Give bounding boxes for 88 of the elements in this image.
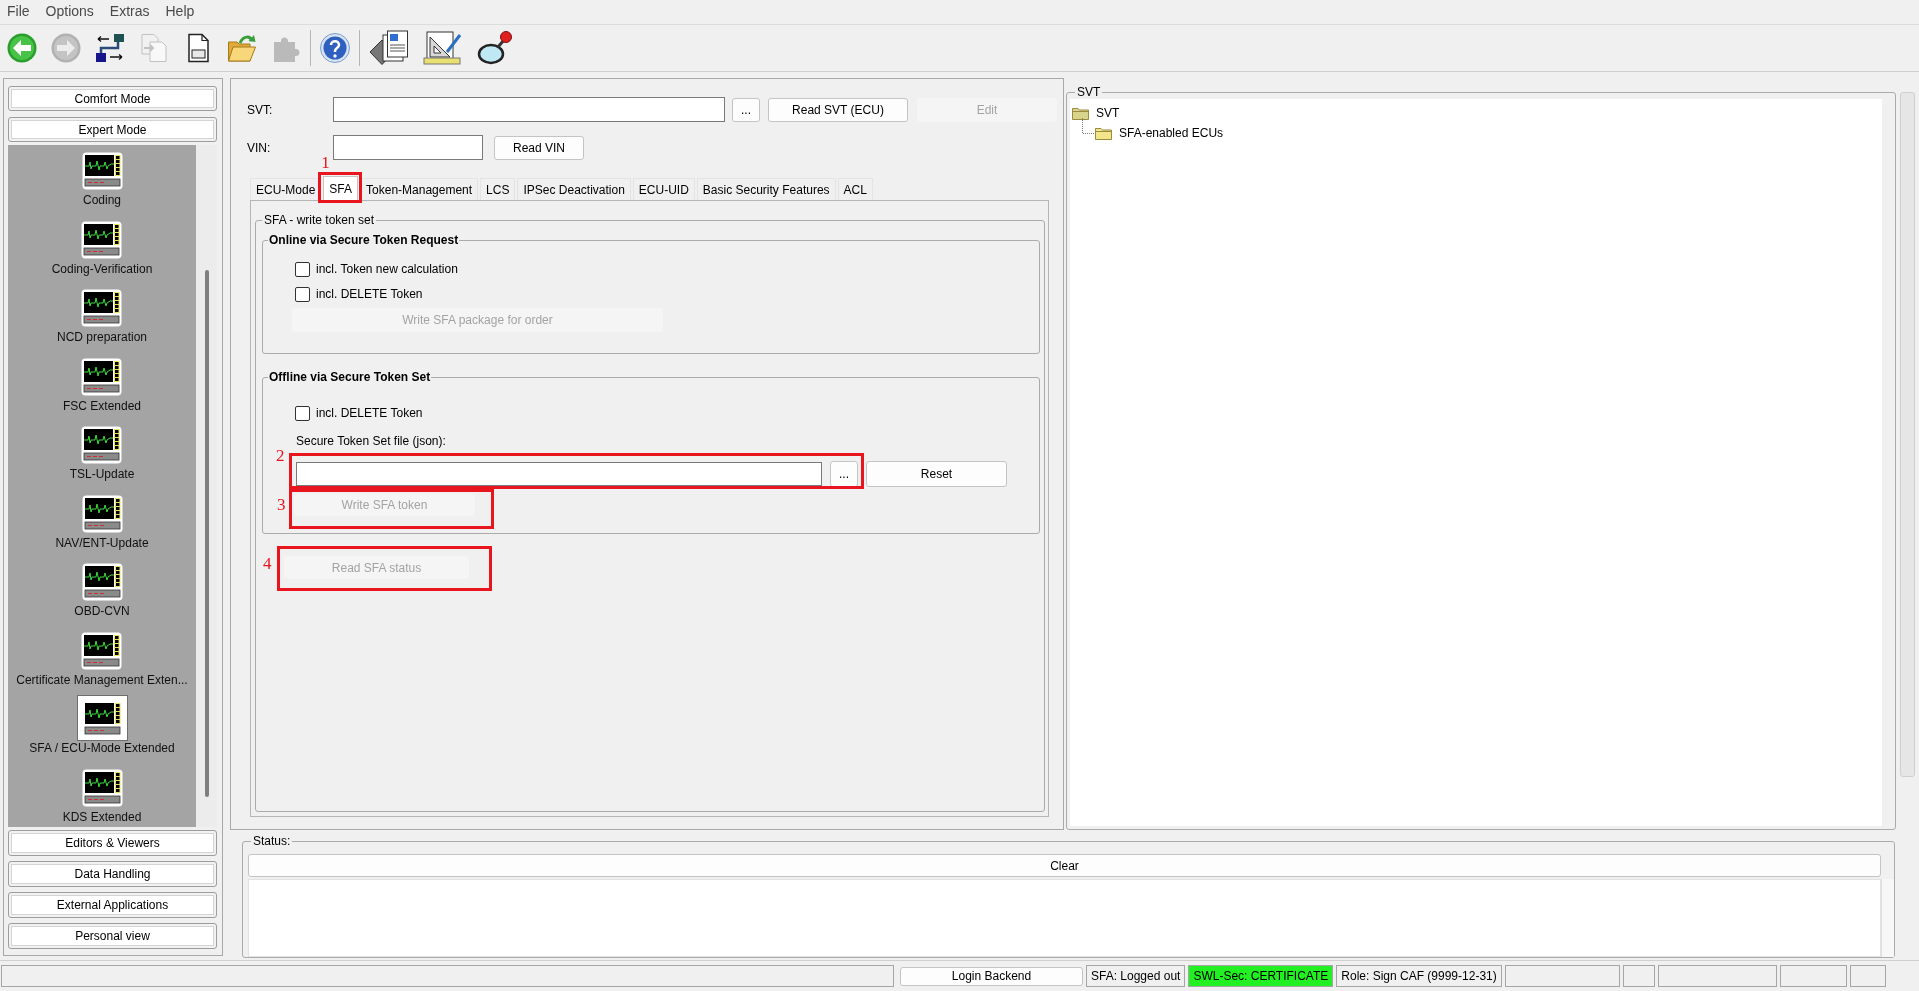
sidebar-item[interactable]: NAV/ENT-Update — [55, 489, 149, 550]
menu-item[interactable]: File — [7, 3, 30, 19]
monitor-icon — [81, 768, 123, 807]
checkbox-label: incl. DELETE Token — [316, 287, 423, 301]
login-button[interactable]: Login Backend — [900, 966, 1083, 986]
tab[interactable]: Basic Security Features — [696, 178, 836, 200]
sidebar-section-button[interactable]: Editors & Viewers — [8, 830, 217, 856]
group-title: Online via Secure Token Request — [268, 233, 460, 247]
read-svt-button[interactable]: Read SVT (ECU) — [768, 97, 908, 122]
reset-button[interactable]: Reset — [866, 461, 1007, 487]
sidebar-item[interactable]: TSL-Update — [69, 421, 135, 481]
scrollbar-thumb[interactable] — [205, 270, 209, 797]
monitor-icon — [81, 426, 123, 464]
menu-item[interactable]: Options — [45, 3, 94, 19]
document-stack-icon[interactable] — [369, 30, 409, 66]
tree-node-label[interactable]: SVT — [1096, 106, 1120, 120]
field-label: Secure Token Set file (json): — [296, 434, 446, 448]
status-bar-cell: SWL-Sec: CERTIFICATE — [1188, 965, 1334, 987]
status-bar-cell — [1849, 965, 1886, 987]
tab[interactable]: Token-Management — [360, 178, 479, 200]
monitor-icon — [81, 357, 123, 396]
highlight-frame — [318, 172, 363, 203]
tab[interactable]: ACL — [837, 178, 873, 200]
folder-arrow-icon[interactable] — [227, 33, 257, 63]
sidebar-section-button[interactable]: Data Handling — [8, 861, 217, 887]
status-bar-cell: Role: Sign CAF (9999-12-31) — [1336, 965, 1502, 987]
group-title: SVT — [1076, 85, 1102, 99]
sidebar-item[interactable]: OBD-CVN — [74, 558, 130, 618]
vin-input-field[interactable] — [333, 135, 483, 160]
scrollbar-track[interactable] — [1881, 879, 1894, 957]
back-arrow-icon[interactable] — [7, 33, 37, 63]
read-vin-button[interactable]: Read VIN — [494, 135, 584, 160]
scrollbar-track[interactable] — [196, 145, 217, 827]
checkbox[interactable] — [295, 261, 310, 277]
clear-button[interactable]: Clear — [248, 854, 1881, 877]
flowchart-icon[interactable] — [95, 33, 125, 63]
tree-connector-line — [1082, 118, 1095, 134]
tab[interactable]: ECU-UID — [632, 178, 695, 200]
sidebar-item[interactable]: FSC Extended — [62, 352, 141, 413]
annotation-number: 2 — [276, 447, 285, 464]
monitor-icon — [81, 631, 123, 670]
folder-icon — [1072, 106, 1089, 120]
tab[interactable]: IPSec Deactivation — [517, 178, 631, 200]
checkbox[interactable] — [295, 286, 310, 302]
sidebar-item[interactable]: SFA / ECU-Mode Extended — [29, 695, 175, 755]
sidebar-item[interactable]: Coding — [76, 147, 128, 207]
checkbox[interactable] — [295, 405, 310, 421]
sidebar-section-button[interactable]: Expert Mode — [8, 117, 217, 142]
sidebar-section-button[interactable]: Comfort Mode — [8, 86, 217, 111]
monitor-icon — [81, 289, 123, 327]
annotation-number: 4 — [263, 555, 272, 572]
monitor-icon — [81, 152, 123, 190]
menu-item[interactable]: Extras — [109, 3, 150, 19]
status-bar-cell: SFA: Logged out — [1086, 965, 1186, 987]
monitor-icon — [76, 695, 128, 741]
help-icon[interactable] — [320, 33, 350, 63]
monitor-icon — [81, 563, 123, 601]
scrollbar-thumb[interactable] — [1900, 92, 1915, 777]
sidebar-item[interactable]: Certificate Management Exten... — [16, 626, 188, 687]
status-bar-cell — [1622, 965, 1655, 987]
sidebar-section-button[interactable]: External Applications — [8, 892, 217, 918]
browse-button[interactable]: ... — [830, 461, 858, 487]
magnifier-icon[interactable] — [477, 30, 513, 66]
group-title: Status: — [252, 834, 292, 848]
set-square-icon[interactable] — [423, 30, 463, 66]
annotation-number: 1 — [321, 154, 330, 171]
status-bar-cell — [1779, 965, 1847, 987]
field-label: SVT: — [247, 102, 274, 117]
tab[interactable]: SFA — [323, 176, 359, 200]
field-label: VIN: — [247, 140, 272, 155]
group-title: SFA - write token set — [263, 213, 376, 227]
sidebar-item[interactable]: NCD preparation — [56, 284, 147, 344]
monitor-icon — [81, 220, 123, 259]
folder-icon — [1095, 126, 1112, 140]
sidebar-item[interactable]: KDS Extended — [62, 763, 142, 824]
browse-button[interactable]: ... — [732, 97, 760, 122]
checkbox-label: incl. DELETE Token — [316, 406, 423, 420]
sidebar-item[interactable]: Coding-Verification — [51, 215, 153, 276]
sidebar-section-button[interactable]: Personal view — [8, 923, 217, 949]
monitor-icon — [81, 494, 123, 533]
annotation-number: 3 — [277, 496, 286, 513]
checkbox-label: incl. Token new calculation — [316, 262, 458, 276]
menu-item[interactable]: Help — [165, 3, 195, 19]
svt-input-field[interactable] — [333, 97, 725, 122]
group-title: Offline via Secure Token Set — [268, 370, 432, 384]
tab[interactable]: LCS — [480, 178, 516, 200]
tree-node-label[interactable]: SFA-enabled ECUs — [1119, 126, 1224, 140]
file-path-field[interactable] — [296, 462, 822, 486]
